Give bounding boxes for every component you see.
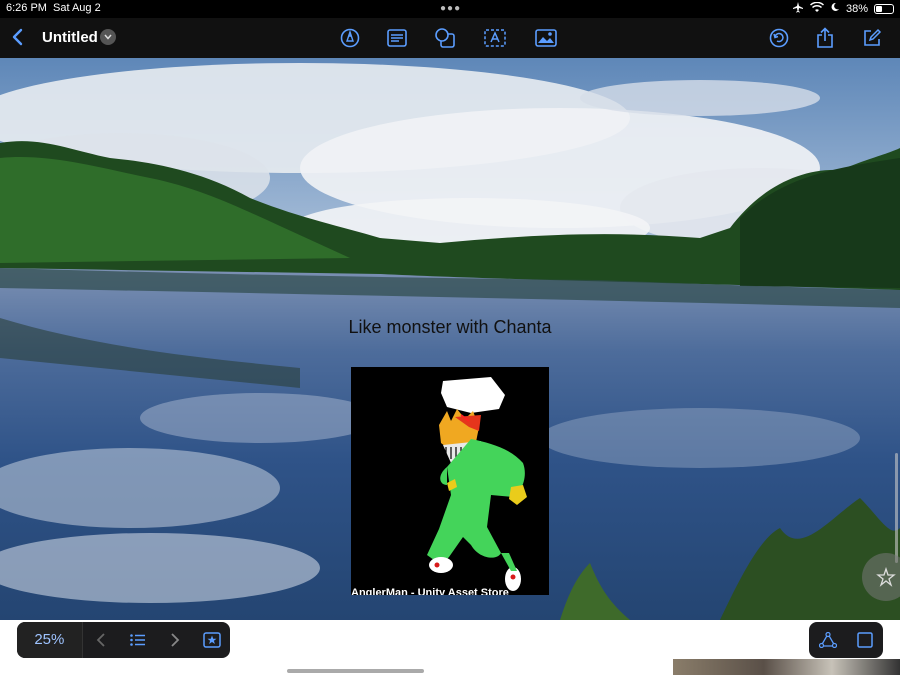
- shapes-icon: [435, 28, 455, 48]
- favorite-slide-button[interactable]: [193, 622, 230, 658]
- favorite-slide-icon: [202, 632, 221, 648]
- pen-tool-button[interactable]: [339, 27, 361, 49]
- text-frame-button[interactable]: [484, 27, 506, 49]
- previous-slide-button[interactable]: [83, 622, 120, 658]
- monster-image-card[interactable]: AnglerMan - Unity Asset Store: [351, 367, 549, 595]
- media-button[interactable]: [535, 27, 557, 49]
- share-button[interactable]: [814, 27, 836, 49]
- frame-icon: [856, 632, 873, 648]
- moon-icon: [830, 2, 840, 15]
- arrange-tools-group: [809, 622, 883, 658]
- status-bar: 6:26 PM Sat Aug 2 ●●● 38%: [0, 0, 900, 18]
- text-box-icon: [387, 29, 407, 47]
- media-icon: [535, 29, 557, 47]
- wifi-icon: [809, 1, 824, 16]
- text-frame-icon: [484, 29, 506, 47]
- zoom-level-button[interactable]: 25%: [17, 622, 83, 658]
- status-right: 38%: [792, 1, 894, 16]
- zoom-navigation-group: 25%: [17, 622, 230, 658]
- next-slide-button[interactable]: [156, 622, 193, 658]
- title-menu-button[interactable]: [100, 29, 116, 45]
- frame-button[interactable]: [846, 622, 883, 658]
- image-credit-text: AnglerMan - Unity Asset Store: [351, 587, 509, 595]
- battery-text: 38%: [845, 2, 868, 15]
- slide-canvas[interactable]: Like monster with Chanta AnglerMan - Uni…: [0, 58, 900, 620]
- slide-caption[interactable]: Like monster with Chanta: [0, 317, 900, 338]
- photo-thumbnail-strip[interactable]: [673, 659, 900, 675]
- monster-drawing: [351, 367, 549, 595]
- star-format-icon: [876, 567, 896, 587]
- compose-icon: [864, 28, 882, 46]
- pen-icon: [340, 28, 360, 48]
- slide-list-button[interactable]: [120, 622, 157, 658]
- document-title[interactable]: Untitled: [42, 29, 98, 46]
- battery-icon: [874, 3, 894, 14]
- multitasking-dots-icon[interactable]: ●●●: [440, 3, 461, 14]
- vertical-scrollbar[interactable]: [895, 453, 898, 563]
- share-icon: [817, 27, 833, 48]
- undo-icon: [769, 28, 789, 48]
- undo-button[interactable]: [768, 27, 790, 49]
- text-box-button[interactable]: [386, 27, 408, 49]
- shapes-button[interactable]: [434, 27, 456, 49]
- shape-style-button[interactable]: [809, 622, 846, 658]
- airplane-icon: [792, 1, 804, 16]
- next-icon: [171, 633, 180, 647]
- battery-level: [876, 5, 883, 12]
- status-time: 6:26 PM: [6, 2, 47, 14]
- shape-style-icon: [818, 632, 837, 648]
- chevron-down-icon: [104, 34, 112, 40]
- back-icon: [12, 28, 23, 46]
- list-icon: [130, 634, 145, 646]
- home-indicator[interactable]: [287, 669, 424, 673]
- toolbar: Untitled: [0, 18, 900, 58]
- bottom-bar: 25%: [0, 620, 900, 675]
- compose-button[interactable]: [861, 27, 883, 49]
- back-button[interactable]: [8, 26, 26, 48]
- status-date: Sat Aug 2: [53, 2, 101, 14]
- previous-icon: [96, 633, 105, 647]
